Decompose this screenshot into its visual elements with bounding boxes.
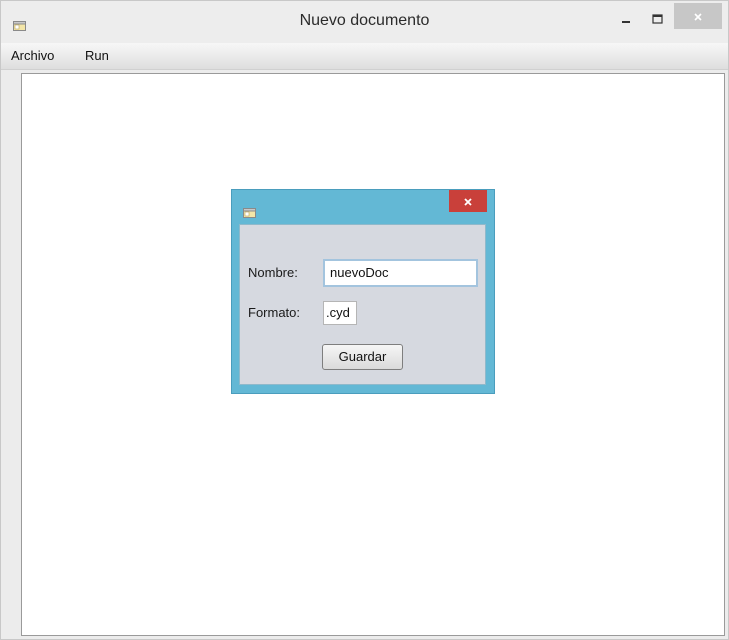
close-button[interactable] — [674, 3, 722, 29]
dialog-close-button[interactable] — [449, 190, 487, 212]
new-document-dialog: Nombre: nuevoDoc Formato: .cyd Guardar — [231, 189, 495, 394]
title-bar[interactable]: Nuevo documento — [1, 1, 728, 43]
nombre-label: Nombre: — [248, 265, 298, 280]
nombre-input[interactable]: nuevoDoc — [323, 259, 478, 287]
minimize-button[interactable] — [612, 3, 640, 33]
close-icon — [463, 192, 473, 211]
app-window-icon — [243, 203, 256, 218]
close-icon — [693, 7, 703, 26]
formato-label: Formato: — [248, 305, 301, 320]
maximize-icon — [651, 9, 663, 28]
dialog-body: Nombre: nuevoDoc Formato: .cyd Guardar — [239, 224, 486, 385]
formato-input[interactable]: .cyd — [323, 301, 357, 325]
maximize-button[interactable] — [643, 3, 671, 33]
menu-archivo[interactable]: Archivo — [11, 48, 54, 63]
menu-run[interactable]: Run — [85, 48, 109, 63]
minimize-icon — [621, 9, 631, 28]
menu-bar: Archivo Run — [1, 43, 728, 70]
guardar-button[interactable]: Guardar — [322, 344, 403, 370]
